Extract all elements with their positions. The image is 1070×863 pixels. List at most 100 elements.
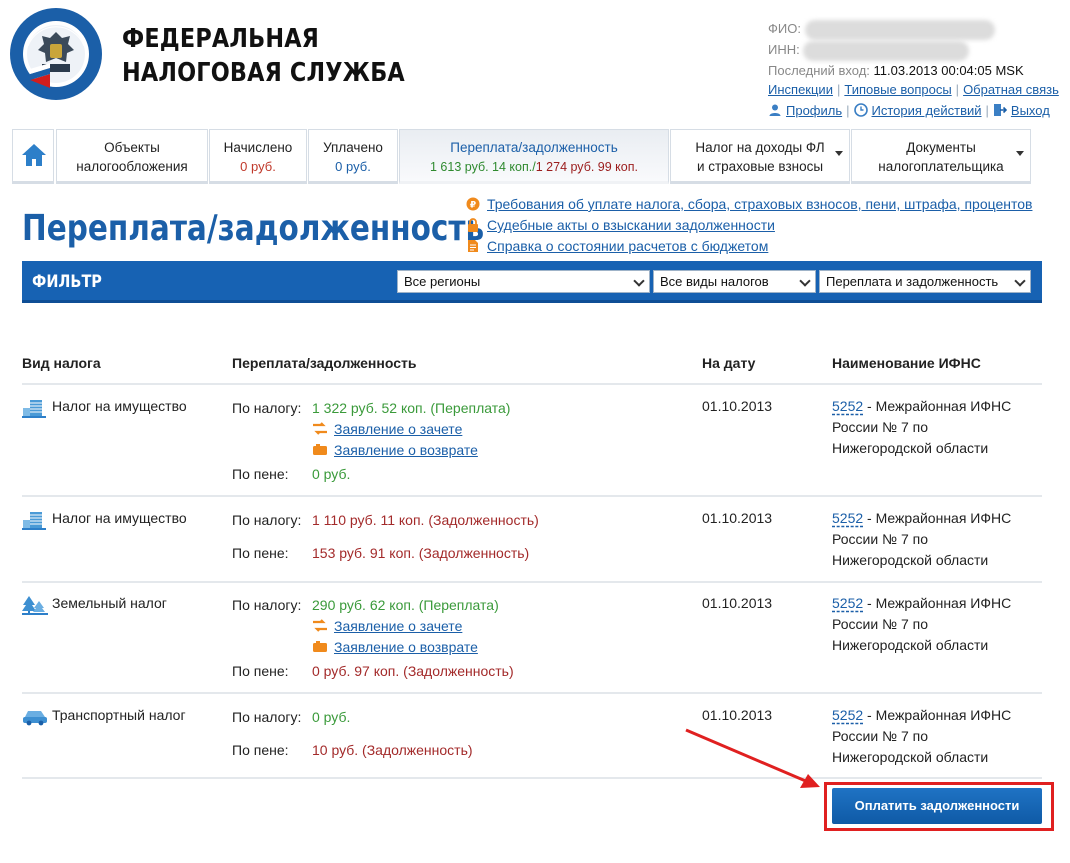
ifns-line1: - Межрайонная ИФНС bbox=[863, 510, 1012, 526]
tab-paid[interactable]: Уплачено 0 руб. bbox=[308, 129, 398, 184]
refund-link[interactable]: Заявление о возврате bbox=[334, 639, 478, 655]
logout-link[interactable]: Выход bbox=[1011, 103, 1050, 118]
chevron-down-icon bbox=[633, 275, 645, 287]
tab-accrued-amount: 0 руб. bbox=[240, 159, 276, 174]
ifns-line3: Нижегородской области bbox=[832, 552, 989, 568]
mode-select[interactable]: Переплата и задолженность bbox=[819, 270, 1031, 293]
ifns-line1: - Межрайонная ИФНС bbox=[863, 707, 1012, 723]
history-link[interactable]: История действий bbox=[872, 103, 982, 118]
ifns-line2: России № 7 по bbox=[832, 419, 928, 435]
tab-overpayment-amount: 1 613 руб. 14 коп. bbox=[430, 160, 533, 174]
by-tax-label: По налогу: bbox=[232, 512, 302, 528]
ifns-line1: - Межрайонная ИФНС bbox=[863, 398, 1012, 414]
last-login-label: Последний вход: bbox=[768, 63, 870, 78]
by-tax-label: По налогу: bbox=[232, 709, 302, 725]
tab-overpayment-line1: Переплата/задолженность bbox=[450, 140, 618, 155]
ruble-coin-icon: ₽ bbox=[466, 197, 480, 211]
feedback-link[interactable]: Обратная связь bbox=[963, 82, 1059, 97]
tax-name: Земельный налог bbox=[52, 595, 167, 611]
refund-link[interactable]: Заявление о возврате bbox=[334, 442, 478, 458]
tax-demands-link[interactable]: Требования об уплате налога, сбора, стра… bbox=[487, 196, 1032, 212]
building-icon bbox=[22, 512, 46, 530]
court-acts-link[interactable]: Судебные акты о взыскании задолженности bbox=[487, 217, 775, 233]
column-header-date: На дату bbox=[702, 355, 756, 371]
ifns-code-link[interactable]: 5252 bbox=[832, 595, 863, 611]
balance-date: 01.10.2013 bbox=[702, 707, 773, 723]
chevron-down-icon bbox=[1014, 275, 1026, 287]
ifns-name: 5252 - Межрайонная ИФНС bbox=[832, 705, 1011, 726]
tab-objects-line2: налогообложения bbox=[76, 159, 188, 174]
tab-accrued[interactable]: Начислено 0 руб. bbox=[209, 129, 307, 184]
arrows-exchange-icon bbox=[313, 422, 327, 435]
tab-documents[interactable]: Документы налогоплательщика bbox=[851, 129, 1031, 184]
tab-income-tax-line1: Налог на доходы ФЛ bbox=[695, 140, 825, 155]
tab-overpayment-debt[interactable]: Переплата/задолженность 1 613 руб. 14 ко… bbox=[399, 129, 669, 184]
home-icon bbox=[22, 144, 46, 166]
ifns-name: 5252 - Межрайонная ИФНС bbox=[832, 508, 1011, 529]
filter-label: ФИЛЬТР bbox=[32, 272, 102, 292]
ifns-line2: России № 7 по bbox=[832, 728, 928, 744]
logout-icon bbox=[993, 104, 1007, 116]
fio-label: ФИО: bbox=[768, 21, 801, 36]
ifns-code-link[interactable]: 5252 bbox=[832, 510, 863, 526]
profile-link[interactable]: Профиль bbox=[786, 103, 842, 118]
brand-line-1: ФЕДЕРАЛЬНАЯ bbox=[122, 24, 320, 54]
balance-date: 01.10.2013 bbox=[702, 398, 773, 414]
ifns-line1: - Межрайонная ИФНС bbox=[863, 595, 1012, 611]
quick-links: ₽ Требования об уплате налога, сбора, стр… bbox=[466, 194, 1032, 257]
column-header-balance: Переплата/задолженность bbox=[232, 355, 417, 371]
inspections-link[interactable]: Инспекции bbox=[768, 82, 833, 97]
chevron-down-icon bbox=[1016, 151, 1024, 156]
ifns-code-link[interactable]: 5252 bbox=[832, 398, 863, 414]
tab-paid-amount: 0 руб. bbox=[335, 159, 371, 174]
user-info: ФИО: ИНН: Последний вход: 11.03.2013 00:… bbox=[768, 18, 1064, 81]
chevron-down-icon bbox=[835, 151, 843, 156]
penalty-amount: 0 руб. bbox=[312, 466, 351, 482]
ifns-line3: Нижегородской области bbox=[832, 749, 989, 765]
budget-settlement-link[interactable]: Справка о состоянии расчетов с бюджетом bbox=[487, 238, 768, 254]
ifns-line2: России № 7 по bbox=[832, 531, 928, 547]
row-divider bbox=[22, 581, 1042, 583]
ifns-line3: Нижегородской области bbox=[832, 637, 989, 653]
court-lock-icon bbox=[468, 218, 478, 232]
page-title: Переплата/задолженность bbox=[22, 208, 485, 249]
header-actions: Профиль | История действий | Выход bbox=[768, 103, 1050, 118]
offset-link[interactable]: Заявление о зачете bbox=[334, 618, 462, 634]
tax-name: Транспортный налог bbox=[52, 707, 186, 723]
brand-line-2: НАЛОГОВАЯ СЛУЖБА bbox=[122, 58, 405, 88]
region-select[interactable]: Все регионы bbox=[397, 270, 650, 293]
refund-application[interactable]: Заявление о возврате bbox=[312, 637, 478, 658]
by-penalty-label: По пене: bbox=[232, 742, 289, 758]
last-login-value: 11.03.2013 00:04:05 MSK bbox=[873, 63, 1024, 78]
ifns-line3: Нижегородской области bbox=[832, 440, 989, 456]
user-icon bbox=[769, 104, 781, 116]
ifns-name: 5252 - Межрайонная ИФНС bbox=[832, 593, 1011, 614]
offset-link[interactable]: Заявление о зачете bbox=[334, 421, 462, 437]
refund-application[interactable]: Заявление о возврате bbox=[312, 440, 478, 461]
tab-income-tax[interactable]: Налог на доходы ФЛ и страховые взносы bbox=[670, 129, 850, 184]
ifns-name: 5252 - Межрайонная ИФНС bbox=[832, 396, 1011, 417]
balance-date: 01.10.2013 bbox=[702, 595, 773, 611]
tax-amount: 1 110 руб. 11 коп. (Задолженность) bbox=[312, 512, 539, 528]
tab-home[interactable] bbox=[12, 129, 54, 184]
mode-select-value: Переплата и задолженность bbox=[826, 274, 999, 289]
inn-redacted bbox=[803, 40, 970, 61]
tax-type-select[interactable]: Все виды налогов bbox=[653, 270, 816, 293]
tab-objects-line1: Объекты bbox=[104, 140, 160, 155]
ifns-code-link[interactable]: 5252 bbox=[832, 707, 863, 723]
header-divider bbox=[22, 383, 1042, 385]
row-divider bbox=[22, 777, 1042, 779]
column-header-tax: Вид налога bbox=[22, 355, 101, 371]
chevron-down-icon bbox=[799, 275, 811, 287]
land-trees-icon bbox=[22, 596, 48, 615]
tab-objects[interactable]: Объекты налогообложения bbox=[56, 129, 208, 184]
ifns-line2: России № 7 по bbox=[832, 616, 928, 632]
svg-text:₽: ₽ bbox=[470, 201, 476, 211]
pay-debts-button[interactable]: Оплатить задолженности bbox=[832, 788, 1042, 824]
tax-amount: 1 322 руб. 52 коп. (Переплата) bbox=[312, 400, 511, 416]
faq-link[interactable]: Типовые вопросы bbox=[844, 82, 951, 97]
tab-documents-line1: Документы bbox=[906, 140, 976, 155]
offset-application[interactable]: Заявление о зачете bbox=[312, 616, 462, 637]
offset-application[interactable]: Заявление о зачете bbox=[312, 419, 462, 440]
column-header-ifns: Наименование ИФНС bbox=[832, 355, 981, 371]
